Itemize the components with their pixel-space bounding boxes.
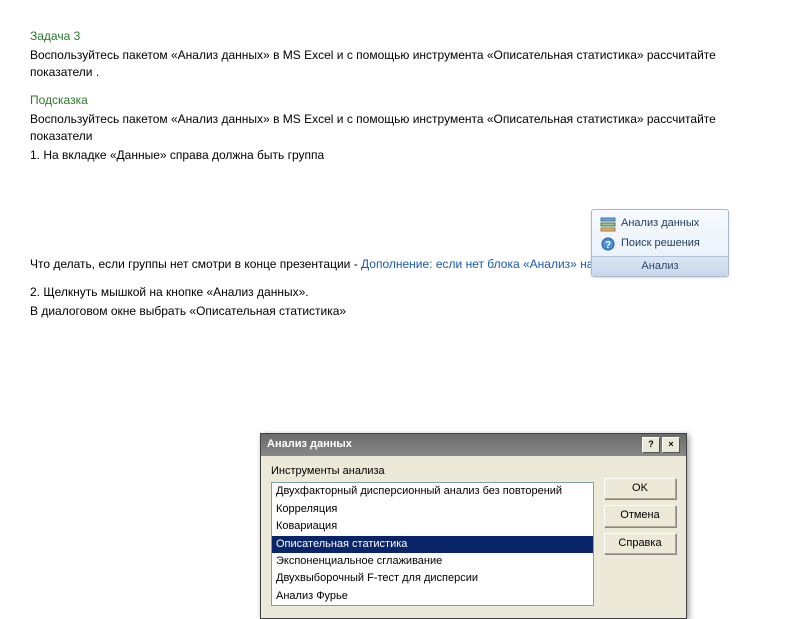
- hint-line1: Воспользуйтесь пакетом «Анализ данных» в…: [30, 111, 770, 145]
- listbox-item[interactable]: Двухфакторный дисперсионный анализ без п…: [272, 483, 593, 500]
- help-button[interactable]: Справка: [604, 533, 676, 554]
- listbox-item[interactable]: Двухвыборочный F-тест для дисперсии: [272, 570, 593, 587]
- listbox-item[interactable]: Экспоненциальное сглаживание: [272, 553, 593, 570]
- dialog-help-button[interactable]: ?: [642, 437, 660, 453]
- document-content: Задача 3 Воспользуйтесь пакетом «Анализ …: [30, 28, 770, 320]
- ribbon-item-data-analysis[interactable]: Анализ данных: [598, 214, 722, 234]
- hint-title: Подсказка: [30, 92, 770, 109]
- hint-step2b: В диалоговом окне выбрать «Описательная …: [30, 303, 770, 320]
- ribbon-item-solver[interactable]: ? Поиск решения: [598, 234, 722, 254]
- analysis-tools-listbox[interactable]: Двухфакторный дисперсионный анализ без п…: [271, 482, 594, 606]
- data-analysis-icon: [600, 216, 616, 232]
- hint-step2: 2. Щелкнуть мышкой на кнопке «Анализ дан…: [30, 284, 770, 301]
- listbox-item[interactable]: Ковариация: [272, 518, 593, 535]
- listbox-label: Инструменты анализа: [271, 464, 594, 479]
- listbox-item[interactable]: Корреляция: [272, 501, 593, 518]
- ribbon-item-label: Анализ данных: [621, 216, 699, 231]
- hint-step1: 1. На вкладке «Данные» справа должна быт…: [30, 147, 770, 164]
- task-description: Воспользуйтесь пакетом «Анализ данных» в…: [30, 47, 770, 81]
- svg-text:?: ?: [605, 240, 611, 251]
- ribbon-item-label: Поиск решения: [621, 236, 700, 251]
- ribbon-group-label: Анализ: [592, 256, 728, 276]
- solver-icon: ?: [600, 236, 616, 252]
- dialog-title-text: Анализ данных: [267, 437, 352, 452]
- listbox-item[interactable]: Анализ Фурье: [272, 588, 593, 605]
- task-title: Задача 3: [30, 28, 770, 45]
- ok-button[interactable]: OK: [604, 478, 676, 499]
- dialog-titlebar: Анализ данных ? ×: [261, 434, 686, 456]
- ribbon-analysis-group: Анализ данных ? Поиск решения Анализ: [591, 209, 729, 277]
- listbox-item[interactable]: Гистограмма: [272, 605, 593, 606]
- cancel-button[interactable]: Отмена: [604, 505, 676, 526]
- hint-missing-prefix: Что делать, если группы нет смотри в кон…: [30, 257, 361, 271]
- listbox-item[interactable]: Описательная статистика: [272, 536, 593, 553]
- data-analysis-dialog: Анализ данных ? × Инструменты анализа Дв…: [260, 433, 687, 619]
- dialog-close-button[interactable]: ×: [662, 437, 680, 453]
